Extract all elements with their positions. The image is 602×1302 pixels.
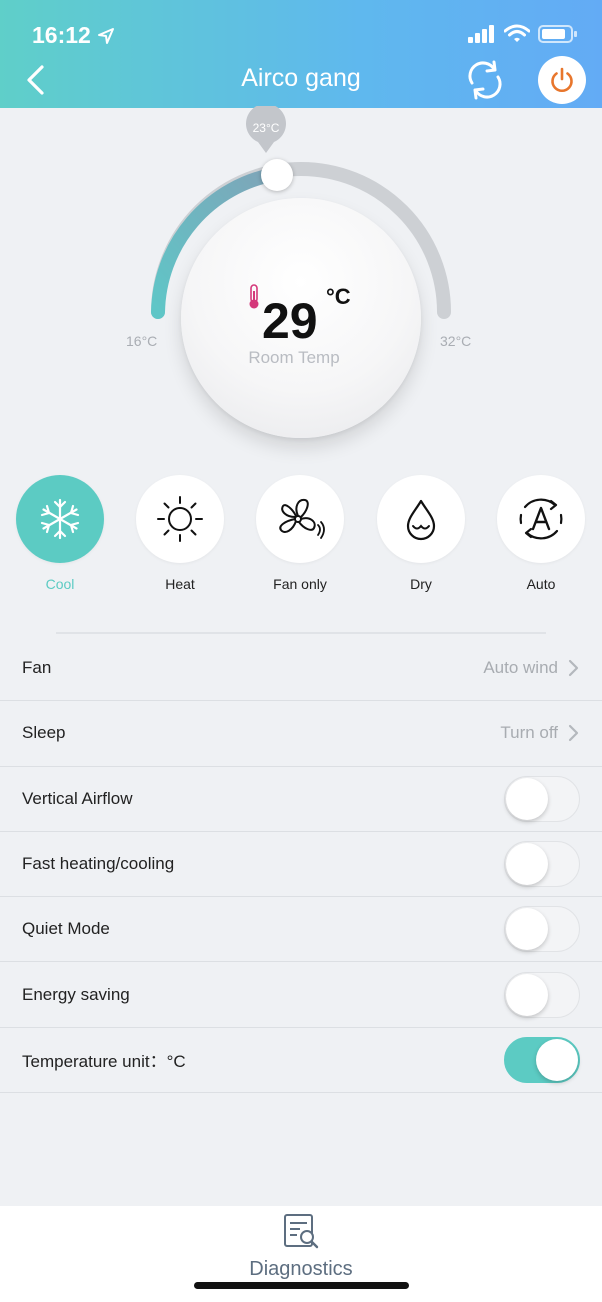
setting-row-fan[interactable]: Fan Auto wind <box>0 636 602 702</box>
setting-row-fast-heating-cooling: Fast heating/cooling <box>0 832 602 898</box>
setting-row-sleep[interactable]: Sleep Turn off <box>0 701 602 767</box>
setting-row-temperature-unit: Temperature unit：°C <box>0 1028 602 1094</box>
page-title: Airco gang <box>241 64 361 92</box>
toggle-knob <box>506 908 548 951</box>
cellular-signal-icon <box>468 25 494 43</box>
toggle-knob <box>536 1038 578 1081</box>
setting-label: Fast heating/cooling <box>22 854 175 874</box>
setting-label: Quiet Mode <box>22 919 110 939</box>
sun-icon <box>157 496 203 542</box>
mode-dry-label: Dry <box>410 576 432 592</box>
toggle-knob <box>506 843 548 886</box>
fast-heating-cooling-toggle[interactable] <box>504 841 580 888</box>
diagnostics-button[interactable]: Diagnostics <box>230 1206 372 1286</box>
snowflake-icon <box>40 498 80 540</box>
mode-fan-only-circle <box>256 475 344 563</box>
setting-value: Turn off <box>500 723 558 743</box>
mode-auto-label: Auto <box>526 576 556 592</box>
setting-label: Energy saving <box>22 984 130 1004</box>
section-divider <box>56 632 546 634</box>
toggle-knob <box>506 777 548 820</box>
chevron-right-icon <box>568 660 579 677</box>
quiet-mode-toggle[interactable] <box>504 906 580 953</box>
status-icons <box>468 24 578 44</box>
energy-saving-toggle[interactable] <box>504 971 580 1018</box>
home-indicator <box>194 1282 409 1289</box>
refresh-icon <box>468 60 502 100</box>
mode-fan-only[interactable]: Fan only <box>250 475 350 592</box>
temperature-unit: °C <box>326 284 351 309</box>
setting-label: Fan <box>22 658 52 678</box>
room-temp-label: Room Temp <box>248 348 340 367</box>
header-bar: 16:12 Airco gang <box>0 0 602 108</box>
diagnostics-label: Diagnostics <box>249 1258 353 1280</box>
chevron-right-icon <box>568 725 579 742</box>
mode-heat-circle <box>136 475 224 563</box>
setting-label: Sleep <box>22 723 66 743</box>
wifi-icon <box>504 24 530 42</box>
water-drop-icon <box>406 499 436 541</box>
mode-dry[interactable]: Dry <box>371 475 471 592</box>
mode-fan-only-label: Fan only <box>273 576 327 592</box>
mode-cool-label: Cool <box>45 576 75 592</box>
location-arrow-icon <box>97 27 114 44</box>
mode-heat-label: Heat <box>165 576 195 592</box>
toggle-knob <box>506 973 548 1016</box>
setting-row-quiet-mode: Quiet Mode <box>0 897 602 963</box>
mode-auto-circle <box>497 475 585 563</box>
setpoint-label: 23°C <box>252 121 280 135</box>
power-icon <box>551 67 573 92</box>
setting-row-vertical-airflow: Vertical Airflow <box>0 767 602 832</box>
mode-cool-circle <box>16 475 104 563</box>
power-button[interactable] <box>538 56 586 104</box>
temperature-unit-toggle[interactable] <box>504 1036 580 1083</box>
status-time-text: 16:12 <box>32 22 91 48</box>
thermometer-icon <box>249 284 259 309</box>
mode-cool[interactable]: Cool <box>10 475 110 592</box>
dial-thumb[interactable] <box>261 159 293 191</box>
setting-label: Temperature unit：°C <box>22 1052 186 1072</box>
refresh-button[interactable] <box>462 57 508 103</box>
vertical-airflow-toggle[interactable] <box>504 775 580 822</box>
dial-min-label: 16°C <box>126 333 158 349</box>
settings-list: Fan Auto wind Sleep Turn off Vertical Ai… <box>0 636 602 1094</box>
setting-row-energy-saving: Energy saving <box>0 962 602 1028</box>
current-temperature: 29 <box>262 293 318 349</box>
auto-icon <box>519 498 563 540</box>
fan-icon <box>279 498 325 539</box>
mode-dry-circle <box>377 475 465 563</box>
mode-heat[interactable]: Heat <box>130 475 230 592</box>
battery-icon <box>538 25 577 43</box>
status-time: 16:12 <box>32 22 115 49</box>
setting-label: Vertical Airflow <box>22 788 133 808</box>
dial-max-label: 32°C <box>440 333 472 349</box>
setting-value: Auto wind <box>483 658 558 678</box>
mode-auto[interactable]: Auto <box>491 475 591 592</box>
diagnostics-icon <box>284 1214 319 1249</box>
